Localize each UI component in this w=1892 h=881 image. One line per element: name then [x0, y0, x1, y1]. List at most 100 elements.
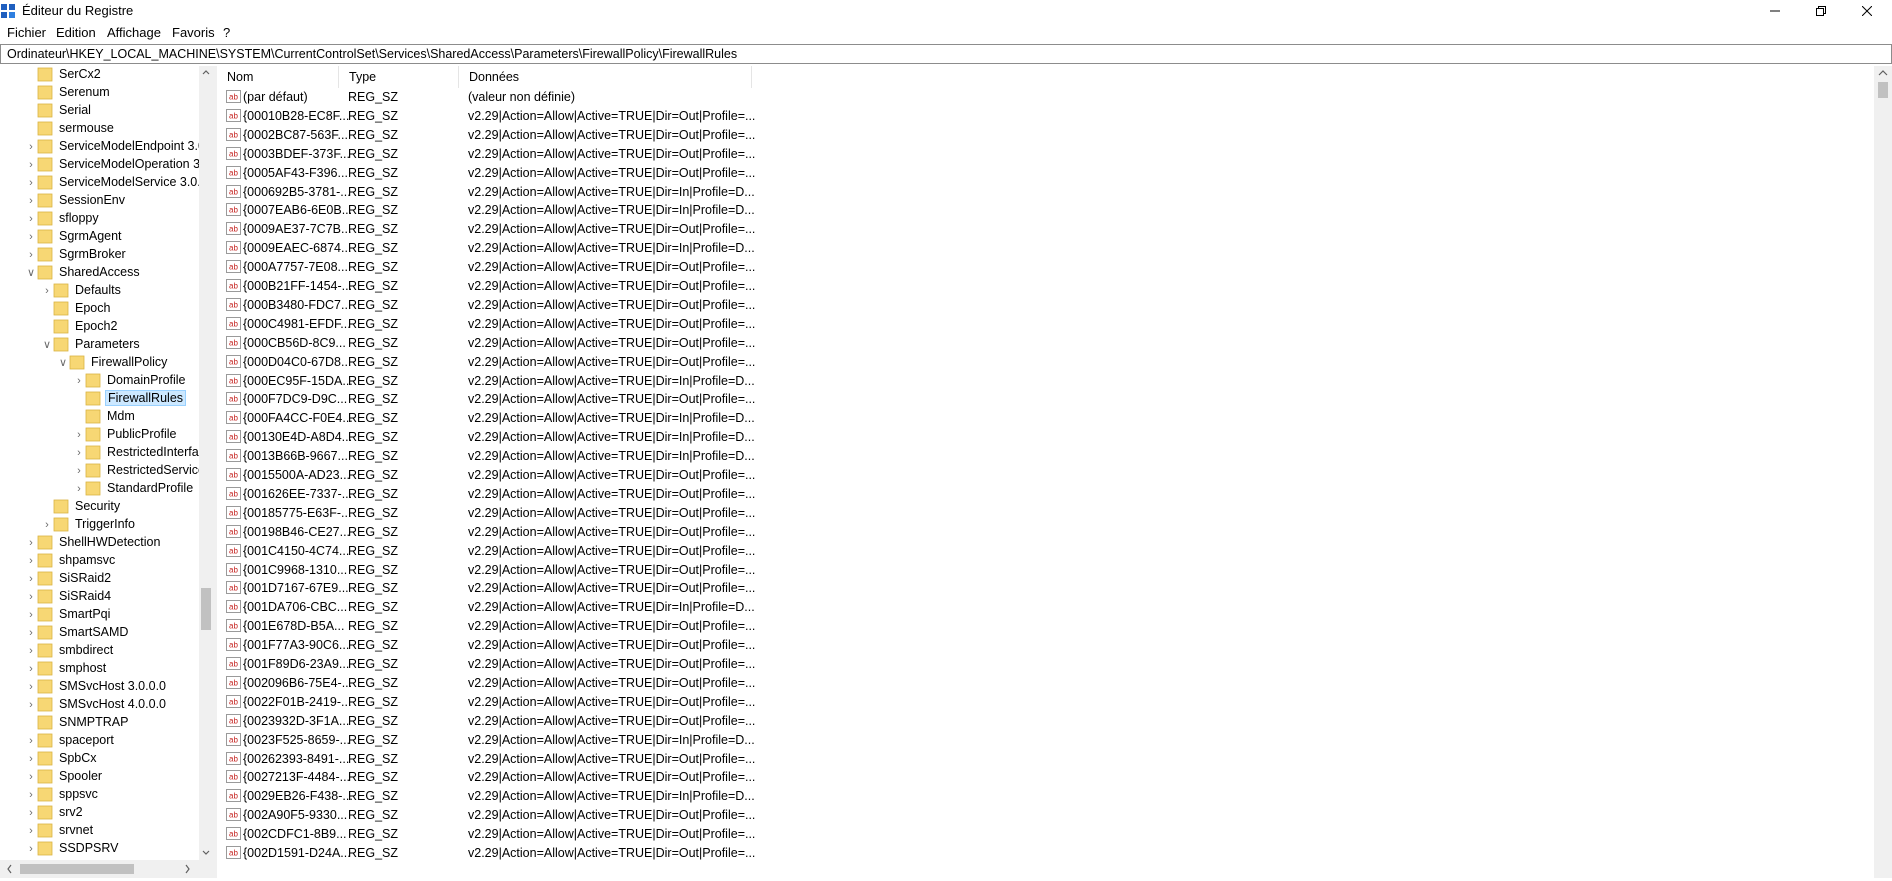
tree-node[interactable]: Security [0, 498, 199, 516]
tree-node[interactable]: Epoch2 [0, 318, 199, 336]
tree-node[interactable]: › SMSvcHost 4.0.0.0 [0, 696, 199, 714]
tree-node[interactable]: sermouse [0, 120, 199, 138]
chevron-right-icon[interactable]: › [26, 177, 36, 189]
key-tree[interactable]: SerCx2 Serenum Serial sermouse › ServiceModel… [0, 66, 213, 878]
menu-edition[interactable]: Edition [56, 25, 96, 40]
chevron-right-icon[interactable]: › [26, 195, 36, 207]
chevron-right-icon[interactable]: › [26, 843, 36, 855]
tree-node[interactable]: FirewallRules [0, 390, 199, 408]
menu-help[interactable]: ? [223, 25, 230, 40]
tree-horizontal-scrollbar[interactable] [0, 860, 213, 878]
tree-node[interactable]: › smbdirect [0, 642, 199, 660]
chevron-right-icon[interactable]: › [74, 465, 84, 477]
value-row[interactable]: ab {000B3480-FDC7... REG_SZ v2.29|Action=Al… [217, 296, 1857, 315]
chevron-down-icon[interactable]: ∨ [42, 339, 52, 351]
chevron-right-icon[interactable]: › [26, 753, 36, 765]
value-row[interactable]: ab {000D04C0-67D8... REG_SZ v2.29|Action=Al… [217, 353, 1857, 372]
value-row[interactable]: ab {001C4150-4C74... REG_SZ v2.29|Action=Al… [217, 542, 1857, 561]
tree-node[interactable]: › ServiceModelService 3.0.0. [0, 174, 211, 192]
value-row[interactable]: ab {002A90F5-9330... REG_SZ v2.29|Action=Al… [217, 806, 1857, 825]
value-row[interactable]: ab {0027213F-4484-... REG_SZ v2.29|Action=A… [217, 768, 1857, 787]
value-row[interactable]: ab {000CB56D-8C9... REG_SZ v2.29|Action=All… [217, 334, 1857, 353]
chevron-right-icon[interactable]: › [26, 609, 36, 621]
chevron-right-icon[interactable]: › [26, 789, 36, 801]
value-row[interactable]: ab {0013B66B-9667... REG_SZ v2.29|Action=Al… [217, 447, 1857, 466]
tree-node[interactable]: › ServiceModelEndpoint 3.0 [0, 138, 205, 156]
value-row[interactable]: ab {0002BC87-563F... REG_SZ v2.29|Action=Al… [217, 126, 1857, 145]
chevron-right-icon[interactable]: › [26, 555, 36, 567]
chevron-right-icon[interactable]: › [74, 429, 84, 441]
tree-node[interactable]: ∨ FirewallPolicy [0, 354, 199, 372]
value-row[interactable]: ab {0023F525-8659-... REG_SZ v2.29|Action=A… [217, 731, 1857, 750]
tree-node[interactable]: › Defaults [0, 282, 199, 300]
chevron-right-icon[interactable]: › [26, 735, 36, 747]
tree-node[interactable]: › RestrictedService [0, 462, 205, 480]
tree-node[interactable]: › SMSvcHost 3.0.0.0 [0, 678, 199, 696]
tree-node[interactable]: › SgrmBroker [0, 246, 199, 264]
tree-node[interactable]: › sppsvc [0, 786, 199, 804]
chevron-right-icon[interactable]: › [26, 213, 36, 225]
tree-node[interactable]: › SessionEnv [0, 192, 199, 210]
menu-fichier[interactable]: Fichier [7, 25, 46, 40]
tree-node[interactable]: › SiSRaid2 [0, 570, 199, 588]
value-row[interactable]: ab {002096B6-75E4-... REG_SZ v2.29|Action=A… [217, 674, 1857, 693]
value-row[interactable]: ab {001C9968-1310... REG_SZ v2.29|Action=Al… [217, 561, 1857, 580]
chevron-right-icon[interactable]: › [26, 627, 36, 639]
chevron-down-icon[interactable]: ∨ [26, 267, 36, 279]
chevron-right-icon[interactable]: › [74, 483, 84, 495]
tree-node[interactable]: › spaceport [0, 732, 199, 750]
chevron-right-icon[interactable]: › [26, 771, 36, 783]
tree-node[interactable]: › shpamsvc [0, 552, 199, 570]
restore-button[interactable] [1798, 0, 1844, 22]
tree-node[interactable]: › smphost [0, 660, 199, 678]
menu-favoris[interactable]: Favoris [172, 25, 215, 40]
tree-node[interactable]: › RestrictedInterfac [0, 444, 205, 462]
tree-node[interactable]: ∨ Parameters [0, 336, 199, 354]
tree-node[interactable]: › sfloppy [0, 210, 199, 228]
value-row[interactable]: ab {001F77A3-90C6... REG_SZ v2.29|Action=Al… [217, 636, 1857, 655]
value-row[interactable]: ab {00198B46-CE27... REG_SZ v2.29|Action=Al… [217, 523, 1857, 542]
tree-node[interactable]: › SpbCx [0, 750, 199, 768]
value-row[interactable]: ab {001D7167-67E9... REG_SZ v2.29|Action=Al… [217, 579, 1857, 598]
value-row[interactable]: ab {0022F01B-2419-... REG_SZ v2.29|Action=A… [217, 693, 1857, 712]
value-row[interactable]: ab {00130E4D-A8D4... REG_SZ v2.29|Action=Al… [217, 428, 1857, 447]
chevron-right-icon[interactable]: › [74, 447, 84, 459]
value-row[interactable]: ab {0029EB26-F438-... REG_SZ v2.29|Action=A… [217, 787, 1857, 806]
tree-node[interactable]: › SiSRaid4 [0, 588, 199, 606]
tree-node[interactable]: SNMPTRAP [0, 714, 199, 732]
value-row[interactable]: ab {000692B5-3781-... REG_SZ v2.29|Action=A… [217, 183, 1857, 202]
tree-node[interactable]: Mdm [0, 408, 199, 426]
chevron-right-icon[interactable]: › [26, 249, 36, 261]
column-header-name[interactable]: Nom [217, 66, 339, 88]
menu-affichage[interactable]: Affichage [107, 25, 161, 40]
tree-node[interactable]: › StandardProfile [0, 480, 199, 498]
value-row[interactable]: ab {001626EE-7337-... REG_SZ v2.29|Action=A… [217, 485, 1857, 504]
value-row[interactable]: ab {0003BDEF-373F... REG_SZ v2.29|Action=Al… [217, 145, 1857, 164]
value-row[interactable]: ab {000EC95F-15DA... REG_SZ v2.29|Action=Al… [217, 372, 1857, 391]
tree-node[interactable]: › SmartPqi [0, 606, 199, 624]
tree-node[interactable]: › srv2 [0, 804, 199, 822]
value-row[interactable]: ab {00010B28-EC8F... REG_SZ v2.29|Action=Al… [217, 107, 1857, 126]
value-row[interactable]: ab {000F7DC9-D9C... REG_SZ v2.29|Action=All… [217, 390, 1857, 409]
values-list[interactable]: Nom Type Données ab (par défaut) REG_SZ (va… [217, 66, 1874, 878]
chevron-right-icon[interactable]: › [26, 591, 36, 603]
close-button[interactable] [1844, 0, 1890, 22]
chevron-right-icon[interactable]: › [26, 663, 36, 675]
address-bar[interactable]: Ordinateur\HKEY_LOCAL_MACHINE\SYSTEM\Cur… [0, 44, 1892, 64]
tree-node[interactable]: › SgrmAgent [0, 228, 199, 246]
value-row[interactable]: ab {0009EAEC-6874... REG_SZ v2.29|Action=Al… [217, 239, 1857, 258]
tree-node[interactable]: ∨ SharedAccess [0, 264, 199, 282]
value-row[interactable]: ab {0009AE37-7C7B... REG_SZ v2.29|Action=Al… [217, 220, 1857, 239]
value-row[interactable]: ab {0023932D-3F1A... REG_SZ v2.29|Action=Al… [217, 712, 1857, 731]
value-row[interactable]: ab {000B21FF-1454-... REG_SZ v2.29|Action=A… [217, 277, 1857, 296]
chevron-right-icon[interactable]: › [26, 141, 36, 153]
tree-node[interactable]: Serenum [0, 84, 199, 102]
value-row[interactable]: ab (par défaut) REG_SZ (valeur non définie) [217, 88, 1857, 107]
chevron-right-icon[interactable]: › [26, 825, 36, 837]
tree-node[interactable]: › DomainProfile [0, 372, 199, 390]
value-row[interactable]: ab {002D1591-D24A... REG_SZ v2.29|Action=Al… [217, 844, 1857, 863]
value-row[interactable]: ab {0015500A-AD23... REG_SZ v2.29|Action=Al… [217, 466, 1857, 485]
tree-node[interactable]: › SSDPSRV [0, 840, 199, 858]
tree-node[interactable]: › srvnet [0, 822, 199, 840]
chevron-right-icon[interactable]: › [26, 681, 36, 693]
